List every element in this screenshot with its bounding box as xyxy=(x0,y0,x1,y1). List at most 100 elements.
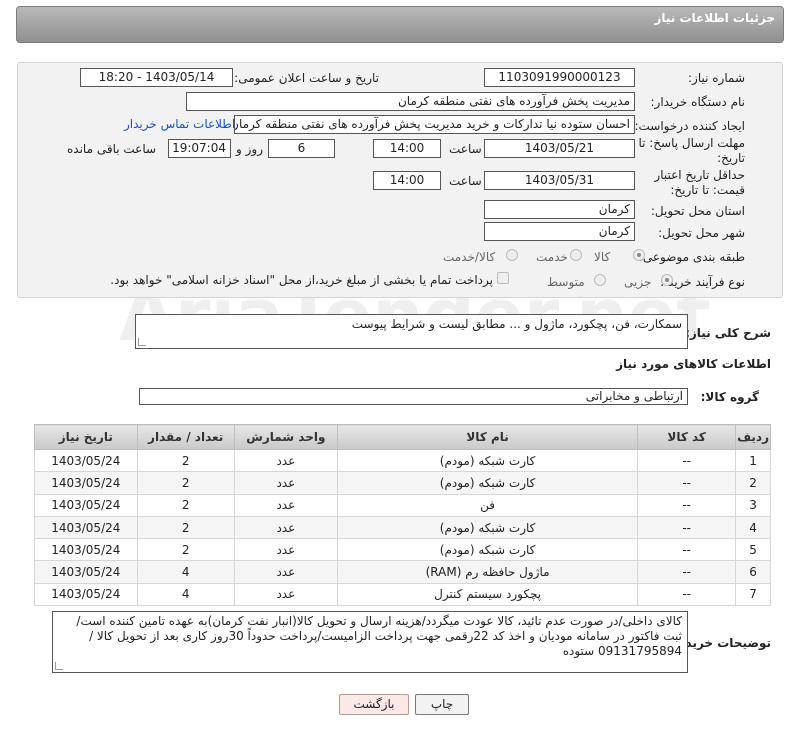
buyer-org-field: مدیریت پخش فرآورده های نفتی منطقه کرمان xyxy=(186,92,635,111)
table-row: 5 -- کارت شبکه (مودم) عدد 2 1403/05/24 xyxy=(34,538,771,562)
process-option-minor: جزیی xyxy=(624,275,652,289)
row-unit-cell: عدد xyxy=(233,448,338,473)
row-name-cell: کارت شبکه (مودم) xyxy=(336,471,639,495)
process-radio-medium[interactable] xyxy=(594,274,606,286)
buyer-notes-text: کالای داخلی/در صورت عدم تائید، کالا عودت… xyxy=(76,614,682,658)
goods-section-title: اطلاعات کالاهای مورد نیاز xyxy=(616,357,771,371)
days-label: روز و xyxy=(236,142,263,156)
row-code-cell: -- xyxy=(637,582,737,607)
table-row: 7 -- پچکورد سیستم کنترل عدد 4 1403/05/24 xyxy=(34,582,771,607)
row-name-cell: فن xyxy=(336,493,639,517)
row-unit-cell: عدد xyxy=(233,471,338,495)
process-option-medium: متوسط xyxy=(547,275,585,289)
goods-group-label: گروه کالا: xyxy=(700,390,759,404)
reply-date-field: 1403/05/21 xyxy=(484,139,635,158)
category-option-goods: کالا xyxy=(594,250,611,264)
announce-label: تاریخ و ساعت اعلان عمومی: xyxy=(234,71,379,85)
category-radio-both[interactable] xyxy=(506,249,518,261)
requester-field: احسان ستوده نیا تدارکات و خرید مدیریت پخ… xyxy=(234,115,635,134)
row-index-cell: 3 xyxy=(735,493,771,517)
row-index-cell: 2 xyxy=(735,471,771,495)
print-button[interactable]: چاپ xyxy=(415,694,469,715)
row-qty-cell: 2 xyxy=(136,448,235,473)
table-row: 1 -- کارت شبکه (مودم) عدد 2 1403/05/24 xyxy=(34,448,771,473)
goods-table: ردیف کد کالا نام کالا واحد شمارش تعداد /… xyxy=(34,424,771,607)
row-date-cell: 1403/05/24 xyxy=(34,582,138,607)
city-field: کرمان xyxy=(484,222,635,241)
resize-handle-icon xyxy=(138,338,146,346)
row-qty-cell: 2 xyxy=(136,493,235,517)
row-name-cell: ماژول حافظه رم (RAM) xyxy=(336,560,639,584)
col-unit: واحد شمارش xyxy=(233,424,338,450)
table-header-row: ردیف کد کالا نام کالا واحد شمارش تعداد /… xyxy=(34,424,771,450)
days-field: 6 xyxy=(268,139,335,158)
row-qty-cell: 2 xyxy=(136,538,235,562)
category-option-both: کالا/خدمت xyxy=(443,250,496,264)
row-unit-cell: عدد xyxy=(233,515,338,540)
description-label: شرح کلی نیاز: xyxy=(685,326,771,340)
payment-note: پرداخت تمام یا بخشی از مبلغ خرید،از محل … xyxy=(110,273,493,287)
row-index-cell: 5 xyxy=(735,538,771,562)
row-unit-cell: عدد xyxy=(233,560,338,584)
table-row: 2 -- کارت شبکه (مودم) عدد 2 1403/05/24 xyxy=(34,471,771,495)
page-title: جزئیات اطلاعات نیاز xyxy=(654,11,775,25)
price-validity-label: حداقل تاریخ اعتبار قیمت: تا تاریخ: xyxy=(654,168,745,197)
row-date-cell: 1403/05/24 xyxy=(34,560,138,584)
process-label: نوع فرآیند خرید : xyxy=(660,275,745,289)
row-qty-cell: 4 xyxy=(136,560,235,584)
buyer-contact-link[interactable]: اطلاعات تماس خریدار xyxy=(124,117,235,131)
reply-deadline-label: مهلت ارسال پاسخ: تا تاریخ: xyxy=(638,136,745,165)
process-radio-minor[interactable] xyxy=(661,274,673,286)
row-qty-cell: 4 xyxy=(136,582,235,607)
col-date: تاریخ نیاز xyxy=(34,424,138,450)
announce-field: 1403/05/14 - 18:20 xyxy=(80,68,233,87)
table-row: 4 -- کارت شبکه (مودم) عدد 2 1403/05/24 xyxy=(34,515,771,540)
row-name-cell: کارت شبکه (مودم) xyxy=(336,538,639,562)
province-field: کرمان xyxy=(484,200,635,219)
row-date-cell: 1403/05/24 xyxy=(34,515,138,540)
table-row: 6 -- ماژول حافظه رم (RAM) عدد 4 1403/05/24 xyxy=(34,560,771,584)
category-label: طبقه بندی موضوعی: xyxy=(638,250,745,264)
row-qty-cell: 2 xyxy=(136,471,235,495)
row-unit-cell: عدد xyxy=(233,538,338,562)
row-index-cell: 7 xyxy=(735,582,771,607)
row-code-cell: -- xyxy=(637,538,737,562)
category-radio-goods[interactable] xyxy=(633,249,645,261)
row-date-cell: 1403/05/24 xyxy=(34,538,138,562)
description-text: سمکارت، فن، پچکورد، ماژول و ... مطابق لی… xyxy=(351,317,682,331)
resize-handle-icon xyxy=(55,662,63,670)
reply-time-field: 14:00 xyxy=(373,139,441,158)
treasury-checkbox[interactable] xyxy=(497,272,509,284)
row-code-cell: -- xyxy=(637,560,737,584)
row-date-cell: 1403/05/24 xyxy=(34,448,138,473)
col-name: نام کالا xyxy=(336,424,639,450)
price-time-field: 14:00 xyxy=(373,171,441,190)
row-unit-cell: عدد xyxy=(233,493,338,517)
need-number-field: 1103091990000123 xyxy=(484,68,635,87)
requester-label: ایجاد کننده درخواست: xyxy=(634,119,745,133)
row-code-cell: -- xyxy=(637,471,737,495)
row-date-cell: 1403/05/24 xyxy=(34,471,138,495)
price-date-field: 1403/05/31 xyxy=(484,171,635,190)
col-code: کد کالا xyxy=(637,424,737,450)
goods-group-field: ارتباطی و مخابراتی xyxy=(139,388,688,405)
category-option-service: خدمت xyxy=(536,250,568,264)
row-code-cell: -- xyxy=(637,515,737,540)
row-name-cell: کارت شبکه (مودم) xyxy=(336,515,639,540)
reply-time-label: ساعت xyxy=(449,142,482,156)
description-textarea: سمکارت، فن، پچکورد، ماژول و ... مطابق لی… xyxy=(135,314,688,349)
row-code-cell: -- xyxy=(637,493,737,517)
row-index-cell: 4 xyxy=(735,515,771,540)
row-code-cell: -- xyxy=(637,448,737,473)
row-name-cell: پچکورد سیستم کنترل xyxy=(336,582,639,607)
table-row: 3 -- فن عدد 2 1403/05/24 xyxy=(34,493,771,517)
remaining-time-field: 19:07:04 xyxy=(168,139,231,158)
need-number-label: شماره نیاز: xyxy=(688,71,745,85)
back-button[interactable]: بازگشت xyxy=(339,694,409,715)
remaining-label: ساعت باقی مانده xyxy=(67,142,157,156)
category-radio-service[interactable] xyxy=(570,249,582,261)
row-index-cell: 1 xyxy=(735,448,771,473)
buyer-notes-textarea: کالای داخلی/در صورت عدم تائید، کالا عودت… xyxy=(52,611,688,673)
buyer-org-label: نام دستگاه خریدار: xyxy=(650,95,746,109)
city-label: شهر محل تحویل: xyxy=(658,226,745,240)
